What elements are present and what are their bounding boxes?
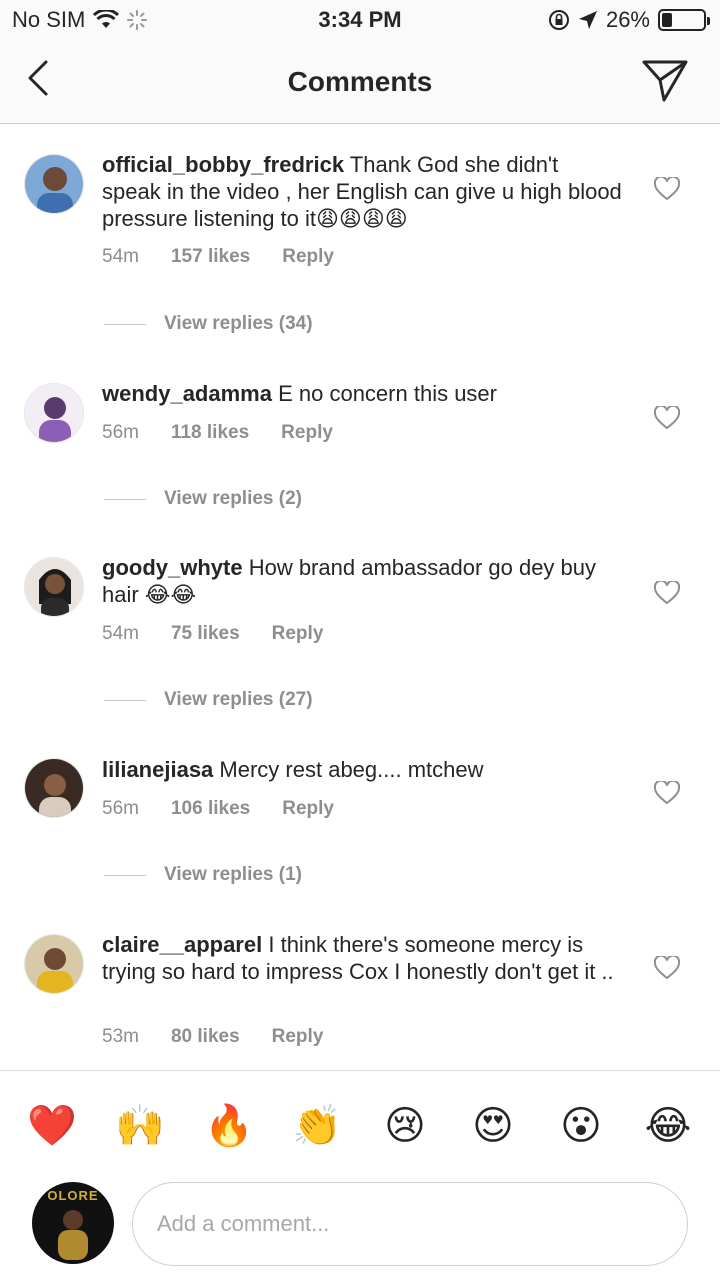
orientation-lock-icon [548, 10, 569, 30]
comment-username[interactable]: claire__apparel [102, 932, 262, 957]
fire-emoji-icon[interactable]: 🔥 [204, 1101, 254, 1151]
avatar[interactable] [24, 934, 84, 994]
comment-username[interactable]: goody_whyte [102, 555, 243, 580]
reply-button[interactable]: Reply [272, 623, 324, 645]
nav-bar: Comments [0, 40, 720, 124]
comment-text-block: claire__apparel I think there's someone … [102, 931, 622, 985]
current-user-avatar: OLORE [32, 1182, 114, 1264]
heart-eyes-emoji-icon[interactable]: 😍 [468, 1101, 518, 1151]
paper-plane-icon[interactable] [640, 56, 690, 104]
comment-username[interactable]: lilianejiasa [102, 757, 213, 782]
surprised-emoji-icon[interactable]: 😮 [556, 1101, 606, 1151]
comment-likes[interactable]: 80 likes [171, 1026, 240, 1048]
comment-likes[interactable]: 106 likes [171, 798, 250, 820]
comment-likes[interactable]: 75 likes [171, 623, 240, 645]
comment-likes[interactable]: 118 likes [171, 422, 249, 444]
view-replies-label: View replies (1) [164, 864, 302, 885]
laughing-emoji-icon[interactable]: 😂 [643, 1101, 693, 1151]
view-replies-button[interactable]: View replies (2) [104, 488, 302, 510]
comment-likes[interactable]: 157 likes [171, 246, 250, 268]
divider [104, 699, 146, 701]
status-bar: No SIM 3:34 PM 26% [0, 0, 720, 40]
heart-icon[interactable] [654, 781, 680, 805]
divider [104, 323, 146, 325]
view-replies-button[interactable]: View replies (1) [104, 864, 302, 886]
divider [104, 498, 146, 500]
raised-hands-emoji-icon[interactable]: 🙌 [115, 1101, 165, 1151]
avatar[interactable] [24, 758, 84, 818]
comment-text: E no concern this user [278, 381, 497, 406]
reply-button[interactable]: Reply [272, 1026, 324, 1048]
comment-username[interactable]: official_bobby_fredrick [102, 152, 344, 177]
battery-icon [658, 9, 710, 31]
avatar[interactable] [24, 154, 84, 214]
view-replies-label: View replies (27) [164, 689, 313, 710]
location-arrow-icon [578, 11, 597, 29]
comment-text-block: wendy_adamma E no concern this user [102, 380, 622, 407]
view-replies-button[interactable]: View replies (34) [104, 313, 313, 335]
heart-emoji-icon[interactable]: ❤️ [27, 1101, 77, 1151]
avatar[interactable] [24, 557, 84, 617]
crying-emoji-icon[interactable]: 😢 [380, 1101, 430, 1151]
comment-username[interactable]: wendy_adamma [102, 381, 272, 406]
view-replies-label: View replies (2) [164, 488, 302, 509]
comment-text-block: lilianejiasa Mercy rest abeg.... mtchew [102, 756, 622, 783]
status-right: 26% [548, 7, 710, 33]
emoji-reaction-bar: ❤️ 🙌 🔥 👏 😢 😍 😮 😂 [0, 1070, 720, 1176]
comment-time: 54m [102, 623, 139, 644]
heart-icon[interactable] [654, 406, 680, 430]
comment-input[interactable] [132, 1182, 688, 1266]
comment-text-block: goody_whyte How brand ambassador go dey … [102, 554, 622, 608]
page-title: Comments [287, 66, 433, 97]
view-replies-label: View replies (34) [164, 313, 313, 334]
heart-icon[interactable] [654, 177, 680, 201]
comment-text-block: official_bobby_fredrick Thank God she di… [102, 151, 622, 232]
comment-composer: OLORE [0, 1176, 720, 1280]
heart-icon[interactable] [654, 581, 680, 605]
clapping-emoji-icon[interactable]: 👏 [292, 1101, 342, 1151]
comment-time: 54m [102, 246, 139, 267]
reply-button[interactable]: Reply [282, 798, 334, 820]
divider [104, 874, 146, 876]
heart-icon[interactable] [654, 956, 680, 980]
comment-meta: 54m 75 likes Reply [102, 623, 323, 645]
avatar[interactable] [24, 383, 84, 443]
comment-meta: 56m 106 likes Reply [102, 798, 334, 820]
comment-meta: 53m 80 likes Reply [102, 1026, 323, 1048]
comment-time: 56m [102, 422, 139, 443]
comment-time: 53m [102, 1026, 139, 1047]
comment-text: Mercy rest abeg.... mtchew [219, 757, 484, 782]
reply-button[interactable]: Reply [281, 422, 333, 444]
comment-meta: 54m 157 likes Reply [102, 246, 334, 268]
reply-button[interactable]: Reply [282, 246, 334, 268]
comment-meta: 56m 118 likes Reply [102, 422, 333, 444]
view-replies-button[interactable]: View replies (27) [104, 689, 313, 711]
comment-time: 56m [102, 798, 139, 819]
battery-percent: 26% [605, 7, 650, 32]
